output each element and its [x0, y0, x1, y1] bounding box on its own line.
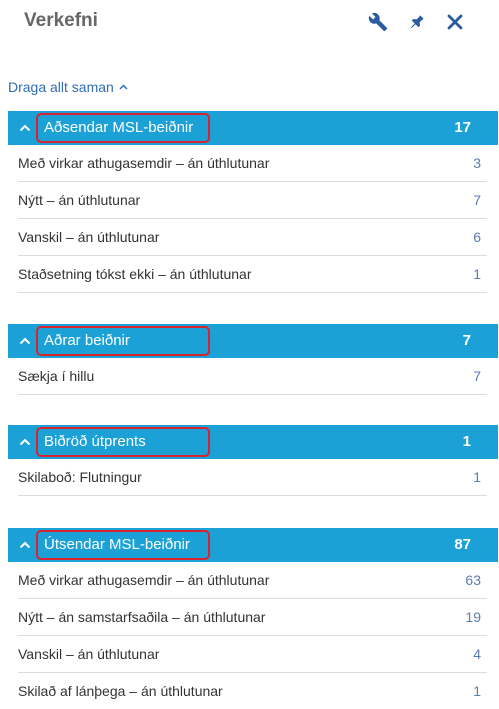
section-title: Útsendar MSL-beiðnir [44, 536, 190, 553]
list-item-label: Nýtt – án úthlutunar [18, 192, 141, 208]
chevron-up-icon [18, 121, 32, 135]
list-item-label: Með virkar athugasemdir – án úthlutunar [18, 155, 270, 171]
chevron-up-icon [18, 538, 32, 552]
section-title: Aðsendar MSL-beiðnir [44, 119, 194, 136]
list-item-label: Skilað af lánþega – án úthlutunar [18, 683, 223, 699]
pin-icon[interactable] [405, 10, 429, 34]
list-item-label: Með virkar athugasemdir – án úthlutunar [18, 572, 270, 588]
section-other-requests: Aðrar beiðnir 7 Sækja í hillu 7 [8, 324, 498, 395]
list-item-count: 63 [465, 572, 481, 588]
list-item-count: 1 [473, 683, 481, 699]
wrench-icon[interactable] [366, 10, 390, 34]
chevron-up-icon [119, 84, 128, 90]
list-item-label: Vanskil – án úthlutunar [18, 229, 160, 245]
list-item[interactable]: Með virkar athugasemdir – án úthlutunar … [18, 562, 487, 599]
section-title: Aðrar beiðnir [44, 332, 130, 349]
panel-header: Verkefni [0, 0, 499, 44]
list-item[interactable]: Nýtt – án samstarfsaðila – án úthlutunar… [18, 599, 487, 636]
section-count: 1 [462, 433, 471, 450]
list-item-count: 1 [473, 469, 481, 485]
section-title: Biðröð útprents [44, 433, 146, 450]
list-item[interactable]: Nýtt – án úthlutunar 7 [18, 182, 487, 219]
section-incoming-msl: Aðsendar MSL-beiðnir 17 Með virkar athug… [8, 111, 498, 293]
list-item[interactable]: Sækja í hillu 7 [18, 358, 487, 395]
list-item-count: 7 [473, 368, 481, 384]
list-item-label: Vanskil – án úthlutunar [18, 646, 160, 662]
section-header[interactable]: Aðsendar MSL-beiðnir 17 [8, 111, 498, 145]
list-item[interactable]: Skilaboð: Flutningur 1 [18, 459, 487, 496]
section-header[interactable]: Biðröð útprents 1 [8, 425, 498, 459]
page-title: Verkefni [24, 10, 98, 31]
list-item-label: Skilaboð: Flutningur [18, 469, 142, 485]
section-count: 17 [454, 119, 471, 136]
section-header[interactable]: Aðrar beiðnir 7 [8, 324, 498, 358]
list-item[interactable]: Skilað af lánþega – án úthlutunar 1 [18, 673, 487, 709]
collapse-all-link[interactable]: Draga allt saman [8, 79, 128, 95]
section-print-queue: Biðröð útprents 1 Skilaboð: Flutningur 1 [8, 425, 498, 496]
list-item[interactable]: Vanskil – án úthlutunar 6 [18, 219, 487, 256]
list-item-label: Nýtt – án samstarfsaðila – án úthlutunar [18, 609, 266, 625]
section-header[interactable]: Útsendar MSL-beiðnir 87 [8, 528, 498, 562]
list-item-label: Sækja í hillu [18, 368, 95, 384]
chevron-up-icon [18, 334, 32, 348]
close-icon[interactable] [443, 10, 467, 34]
chevron-up-icon [18, 435, 32, 449]
list-item-label: Staðsetning tókst ekki – án úthlutunar [18, 266, 252, 282]
section-count: 87 [454, 536, 471, 553]
list-item-count: 6 [473, 229, 481, 245]
list-item-count: 19 [465, 609, 481, 625]
tasks-panel: Verkefni Draga allt saman Aðsendar MSL-b… [0, 0, 499, 709]
list-item[interactable]: Staðsetning tókst ekki – án úthlutunar 1 [18, 256, 487, 293]
collapse-all-label: Draga allt saman [8, 79, 114, 95]
list-item[interactable]: Með virkar athugasemdir – án úthlutunar … [18, 145, 487, 182]
list-item-count: 4 [473, 646, 481, 662]
list-item-count: 3 [473, 155, 481, 171]
section-count: 7 [462, 332, 471, 349]
list-item-count: 1 [473, 266, 481, 282]
list-item[interactable]: Vanskil – án úthlutunar 4 [18, 636, 487, 673]
list-item-count: 7 [473, 192, 481, 208]
section-outgoing-msl: Útsendar MSL-beiðnir 87 Með virkar athug… [8, 528, 498, 709]
